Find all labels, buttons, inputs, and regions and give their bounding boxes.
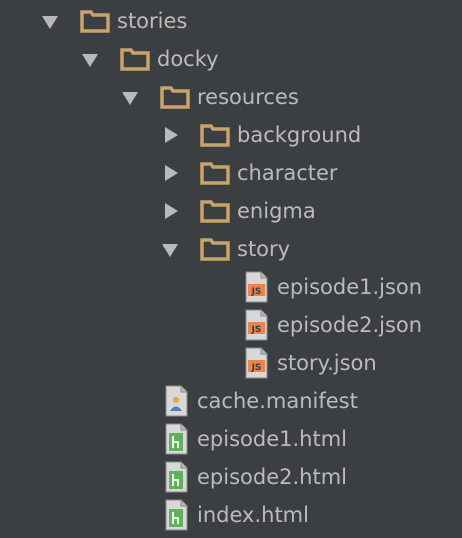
- collapsed-arrow-icon[interactable]: [165, 203, 178, 219]
- html-file-icon: [162, 458, 192, 496]
- tree-node-label: episode2.json: [277, 313, 423, 337]
- tree-node-character[interactable]: character: [0, 154, 462, 192]
- folder-icon: [200, 230, 230, 268]
- folder-icon: [160, 78, 190, 116]
- tree-node-episode2-html[interactable]: episode2.html: [0, 458, 462, 496]
- collapsed-arrow-icon[interactable]: [165, 127, 178, 143]
- expanded-arrow-icon[interactable]: [162, 244, 178, 257]
- tree-node-background[interactable]: background: [0, 116, 462, 154]
- tree-node-episode1-json[interactable]: JS episode1.json: [0, 268, 462, 306]
- json-file-icon: JS: [242, 306, 272, 344]
- expanded-arrow-icon[interactable]: [82, 54, 98, 67]
- tree-node-episode1-html[interactable]: episode1.html: [0, 420, 462, 458]
- json-file-icon: JS: [242, 268, 272, 306]
- html-file-icon: [162, 496, 192, 534]
- tree-node-label: enigma: [237, 199, 316, 223]
- json-badge-text: JS: [251, 325, 262, 335]
- tree-node-cache-manifest[interactable]: cache.manifest: [0, 382, 462, 420]
- tree-node-story-json[interactable]: JS story.json: [0, 344, 462, 382]
- json-badge-text: JS: [251, 287, 262, 297]
- folder-icon: [80, 2, 110, 40]
- tree-node-label: docky: [157, 47, 219, 71]
- tree-node-label: resources: [197, 85, 299, 109]
- folder-icon: [200, 116, 230, 154]
- tree-node-resources[interactable]: resources: [0, 78, 462, 116]
- tree-node-label: episode1.json: [277, 275, 423, 299]
- tree-node-stories[interactable]: stories: [0, 2, 462, 40]
- tree-node-label: index.html: [197, 503, 309, 527]
- tree-node-docky[interactable]: docky: [0, 40, 462, 78]
- manifest-file-icon: [162, 382, 192, 420]
- tree-node-label: character: [237, 161, 338, 185]
- json-file-icon: JS: [242, 344, 272, 382]
- tree-node-label: episode1.html: [197, 427, 347, 451]
- tree-node-enigma[interactable]: enigma: [0, 192, 462, 230]
- tree-node-label: story: [237, 237, 291, 261]
- tree-node-episode2-json[interactable]: JS episode2.json: [0, 306, 462, 344]
- expanded-arrow-icon[interactable]: [42, 16, 58, 29]
- folder-icon: [120, 40, 150, 78]
- folder-icon: [200, 154, 230, 192]
- tree-node-label: story.json: [277, 351, 377, 375]
- html-file-icon: [162, 420, 192, 458]
- tree-node-story[interactable]: story: [0, 230, 462, 268]
- collapsed-arrow-icon[interactable]: [165, 165, 178, 181]
- tree-node-label: episode2.html: [197, 465, 347, 489]
- project-tree: stories docky resources background chara…: [0, 0, 462, 538]
- folder-icon: [200, 192, 230, 230]
- tree-node-label: background: [237, 123, 362, 147]
- tree-node-label: cache.manifest: [197, 389, 358, 413]
- expanded-arrow-icon[interactable]: [122, 92, 138, 105]
- tree-node-label: stories: [117, 9, 188, 33]
- json-badge-text: JS: [251, 363, 262, 373]
- tree-node-index-html[interactable]: index.html: [0, 496, 462, 534]
